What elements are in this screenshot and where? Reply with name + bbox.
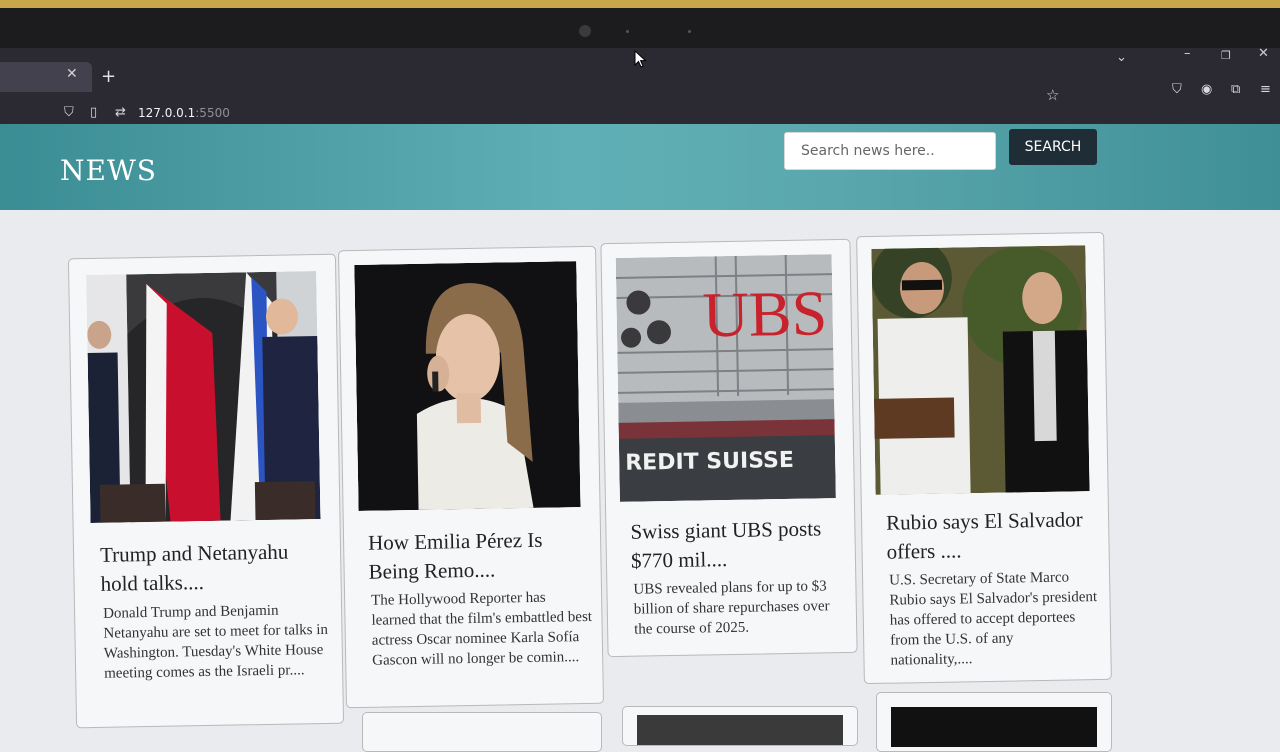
news-card[interactable]: Rubio says El Salvador offers .... U.S. … [856, 231, 1112, 685]
search-input[interactable] [784, 132, 996, 170]
minimize-icon[interactable]: – [1184, 46, 1191, 61]
address-host: 127.0.0.1 [138, 106, 196, 120]
article-image [871, 245, 1090, 495]
plus-icon[interactable]: + [101, 66, 116, 87]
article-image [86, 271, 321, 524]
cursor-icon [634, 50, 647, 68]
pocket-icon[interactable]: ⛉ [1172, 82, 1182, 97]
close-window-icon[interactable]: ✕ [1258, 46, 1269, 61]
chevron-down-icon[interactable]: ⌄ [1116, 50, 1127, 65]
credit-suisse-sign: REDIT SUISSE [625, 448, 794, 476]
article-summary: UBS revealed plans for up to $3 billion … [633, 578, 830, 638]
article-summary: U.S. Secretary of State Marco Rubio says… [888, 569, 1098, 669]
bookmark-star-icon[interactable]: ☆ [1046, 86, 1059, 104]
browser-tab[interactable]: ✕ [0, 62, 92, 92]
article-title[interactable]: Swiss giant UBS posts $770 mil.... [630, 514, 846, 576]
browser-tab-bar: ✕ + ⌄ – ❐ ✕ [0, 46, 1280, 94]
monitor-bezel [0, 8, 1280, 48]
address-bar[interactable]: 127.0.0.1:5500 [138, 106, 230, 120]
news-card[interactable]: Trump and Netanyahu hold talks.... Donal… [67, 253, 345, 729]
news-card[interactable] [622, 706, 858, 746]
article-image [354, 261, 581, 511]
shield-icon[interactable]: ⛉ [64, 105, 74, 120]
webcam [579, 25, 591, 37]
extensions-icon[interactable]: ⧉ [1231, 82, 1240, 97]
ubs-sign: UBS [702, 277, 828, 350]
news-card[interactable] [362, 712, 602, 752]
account-icon[interactable]: ◉ [1201, 82, 1212, 97]
site-logo[interactable]: NEWS [60, 154, 157, 187]
address-port: :5500 [195, 106, 230, 120]
menu-icon[interactable]: ≡ [1260, 82, 1271, 97]
article-title[interactable]: Trump and Netanyahu hold talks.... [100, 537, 331, 599]
news-card[interactable]: UBS REDIT SUISSE Swiss giant UBS posts $… [600, 238, 858, 658]
bezel-sensor [688, 30, 691, 33]
close-icon[interactable]: ✕ [66, 66, 78, 82]
bezel-sensor [626, 30, 629, 33]
article-summary: The Hollywood Reporter has learned that … [371, 589, 593, 669]
news-card[interactable]: How Emilia Pérez Is Being Remo.... The H… [338, 245, 604, 709]
article-title[interactable]: Rubio says El Salvador offers .... [886, 505, 1097, 567]
restore-icon[interactable]: ❐ [1221, 49, 1231, 62]
news-card[interactable] [876, 692, 1112, 752]
article-image [891, 707, 1097, 747]
permissions-icon[interactable]: ⇄ [115, 105, 126, 120]
article-title[interactable]: How Emilia Pérez Is Being Remo.... [368, 525, 594, 587]
site-header: NEWS SEARCH [0, 124, 1280, 210]
article-image: UBS REDIT SUISSE [615, 254, 836, 502]
article-summary: Donald Trump and Benjamin Netanyahu are … [102, 602, 329, 682]
search-button[interactable]: SEARCH [1009, 129, 1097, 165]
page-icon[interactable]: ▯ [90, 105, 97, 120]
